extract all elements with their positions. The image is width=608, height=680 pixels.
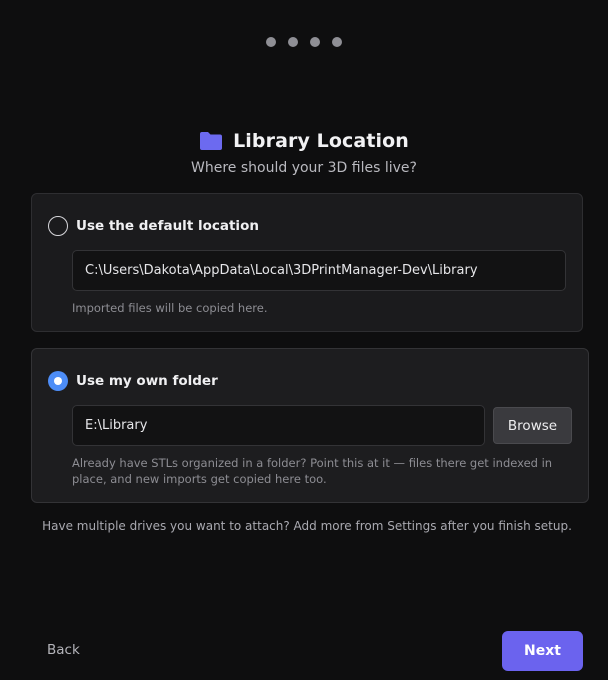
page-title: Library Location [233, 130, 409, 152]
title-row: Library Location [0, 130, 608, 152]
default-location-hint: Imported files will be copied here. [72, 301, 268, 315]
page-header: Library Location Where should your 3D fi… [0, 130, 608, 176]
own-folder-path-field[interactable]: E:\Library [72, 405, 485, 446]
page-subtitle: Where should your 3D files live? [191, 160, 417, 176]
own-folder-option[interactable]: Use my own folder [48, 371, 218, 391]
back-button[interactable]: Back [47, 642, 80, 658]
next-button[interactable]: Next [502, 631, 583, 671]
footer-note: Have multiple drives you want to attach?… [42, 519, 572, 533]
browse-button[interactable]: Browse [493, 407, 572, 444]
own-folder-label: Use my own folder [76, 373, 218, 389]
step-dot [332, 37, 342, 47]
step-dot [288, 37, 298, 47]
default-location-radio[interactable] [48, 216, 68, 236]
folder-icon [199, 131, 223, 151]
setup-wizard: Library Location Where should your 3D fi… [0, 0, 608, 680]
step-indicator [0, 37, 608, 47]
own-folder-card[interactable]: Use my own folder E:\Library Browse Alre… [31, 348, 589, 503]
own-folder-radio[interactable] [48, 371, 68, 391]
step-dot [266, 37, 276, 47]
default-location-label: Use the default location [76, 218, 259, 234]
step-dot [310, 37, 320, 47]
default-path-field: C:\Users\Dakota\AppData\Local\3DPrintMan… [72, 250, 566, 291]
default-location-option[interactable]: Use the default location [48, 216, 259, 236]
own-folder-hint: Already have STLs organized in a folder?… [72, 456, 553, 486]
default-location-card[interactable]: Use the default location C:\Users\Dakota… [31, 193, 583, 332]
